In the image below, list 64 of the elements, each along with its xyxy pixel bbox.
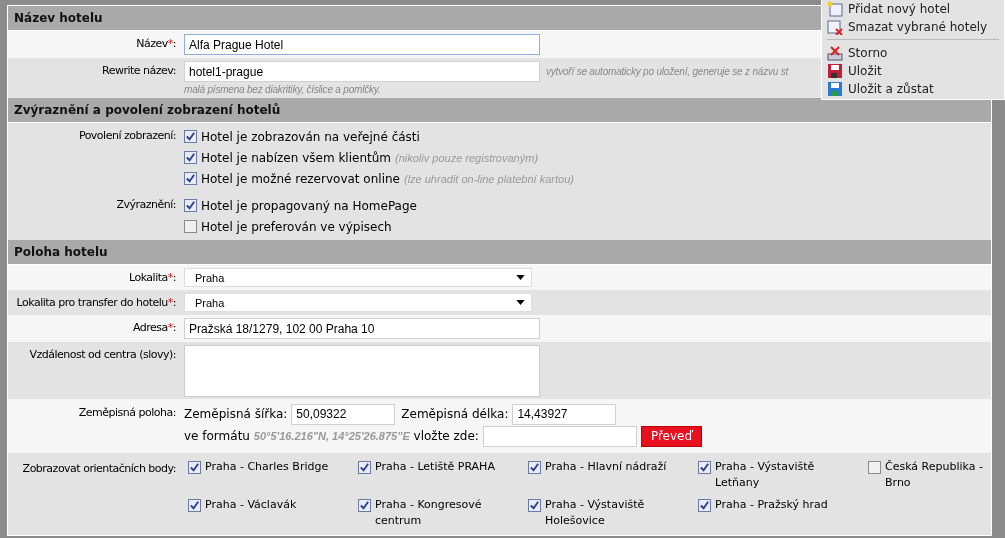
field-label: Zeměpisná poloha: bbox=[78, 406, 176, 419]
menu-item[interactable]: Uložit bbox=[822, 62, 1004, 80]
checkbox-label: Praha - Letiště PRAHA bbox=[375, 459, 495, 475]
dropdown[interactable]: Praha bbox=[184, 268, 532, 287]
checkbox[interactable] bbox=[528, 499, 541, 512]
dropdown[interactable]: Praha bbox=[184, 293, 532, 312]
checkbox-label: Praha - Charles Bridge bbox=[205, 459, 329, 475]
text-field[interactable]: Alfa Prague Hotel bbox=[184, 34, 540, 55]
caret-icon bbox=[516, 300, 525, 305]
checkbox-label: Praha - Výstaviště Holešovice bbox=[545, 497, 646, 529]
delete-document-icon bbox=[827, 19, 843, 35]
coordinates-field[interactable] bbox=[482, 425, 637, 447]
field-label: Rewrite název: bbox=[102, 64, 176, 77]
hint-text: malá písmena bez diakritiky, číslice a pomlčky. bbox=[184, 83, 381, 95]
checkbox[interactable] bbox=[698, 461, 711, 474]
field-label: Vzdálenost od centra (slovy): bbox=[29, 348, 176, 361]
text-field[interactable]: hotel1-prague bbox=[184, 61, 540, 82]
checkbox-label: Hotel je nabízen všem klientům bbox=[201, 150, 391, 165]
caret-icon bbox=[516, 275, 525, 280]
hint-text: vytvoří se automaticky po uložení, generuje se z názvu st bbox=[546, 66, 789, 77]
field-label: Zobrazovat orientačních body: bbox=[22, 462, 176, 475]
checkbox-label: Praha - Kongresové centrum bbox=[375, 497, 483, 529]
latitude-field[interactable]: 50,09322 bbox=[291, 403, 396, 425]
field-label: Zvýraznění: bbox=[116, 198, 176, 211]
section-header: Zvýraznění a povolení zobrazení hotelů bbox=[8, 98, 991, 123]
field-label: Lokalita pro transfer do hotelu*: bbox=[16, 296, 176, 309]
field-label: Zeměpisná délka: bbox=[401, 407, 509, 421]
field-label: Lokalita*: bbox=[129, 271, 176, 284]
checkbox[interactable] bbox=[358, 461, 371, 474]
checkbox[interactable] bbox=[188, 461, 201, 474]
convert-button[interactable]: Převeď bbox=[640, 425, 703, 447]
checkbox[interactable] bbox=[528, 461, 541, 474]
cancel-icon bbox=[827, 45, 843, 61]
checkbox-label: Praha - Výstaviště Letňany bbox=[715, 459, 816, 491]
section-header: Poloha hotelu bbox=[8, 240, 991, 265]
checkbox[interactable] bbox=[358, 499, 371, 512]
menu-item[interactable]: Storno bbox=[822, 44, 1004, 62]
menu-item[interactable]: Uložit a zůstat bbox=[822, 80, 1004, 98]
note-text: (nikoliv pouze registrovaným) bbox=[395, 151, 539, 164]
field-label: Adresa*: bbox=[132, 321, 176, 334]
format-text: ve formátu 50°5'16.216"N, 14°25'26.875"E vložte zde: bbox=[184, 429, 479, 443]
text-field[interactable]: Pražská 18/1279, 102 00 Praha 10 bbox=[184, 318, 540, 339]
checkbox-label: Hotel je propagovaný na HomePage bbox=[201, 198, 417, 213]
checkbox-label: Hotel je možné rezervovat online bbox=[201, 171, 400, 186]
checkbox-label: Praha - Václavák bbox=[205, 497, 297, 513]
checkbox-label: Česká Republika - Brno bbox=[885, 459, 984, 491]
longitude-field[interactable]: 14,43927 bbox=[512, 403, 617, 425]
checkbox[interactable] bbox=[868, 461, 881, 474]
checkbox-label: Hotel je preferován ve výpisech bbox=[201, 219, 392, 234]
checkbox-label: Praha - Pražský hrad bbox=[715, 497, 828, 513]
new-document-icon bbox=[827, 1, 843, 17]
checkbox-label: Hotel je zobrazován na veřejné části bbox=[201, 129, 420, 144]
checkbox[interactable] bbox=[184, 172, 197, 185]
checkbox[interactable] bbox=[184, 199, 197, 212]
checkbox[interactable] bbox=[184, 151, 197, 164]
field-label: Název*: bbox=[136, 37, 176, 50]
checkbox[interactable] bbox=[188, 499, 201, 512]
checkbox[interactable] bbox=[698, 499, 711, 512]
checkbox[interactable] bbox=[184, 130, 197, 143]
field-label: Povolení zobrazení: bbox=[78, 129, 176, 142]
field-label: Zeměpisná šířka: bbox=[184, 407, 288, 421]
note-text: (lze uhradit on-line platební kartou) bbox=[403, 172, 574, 185]
checkbox-label: Praha - Hlavní nádraží bbox=[545, 459, 667, 475]
checkbox[interactable] bbox=[184, 220, 197, 233]
